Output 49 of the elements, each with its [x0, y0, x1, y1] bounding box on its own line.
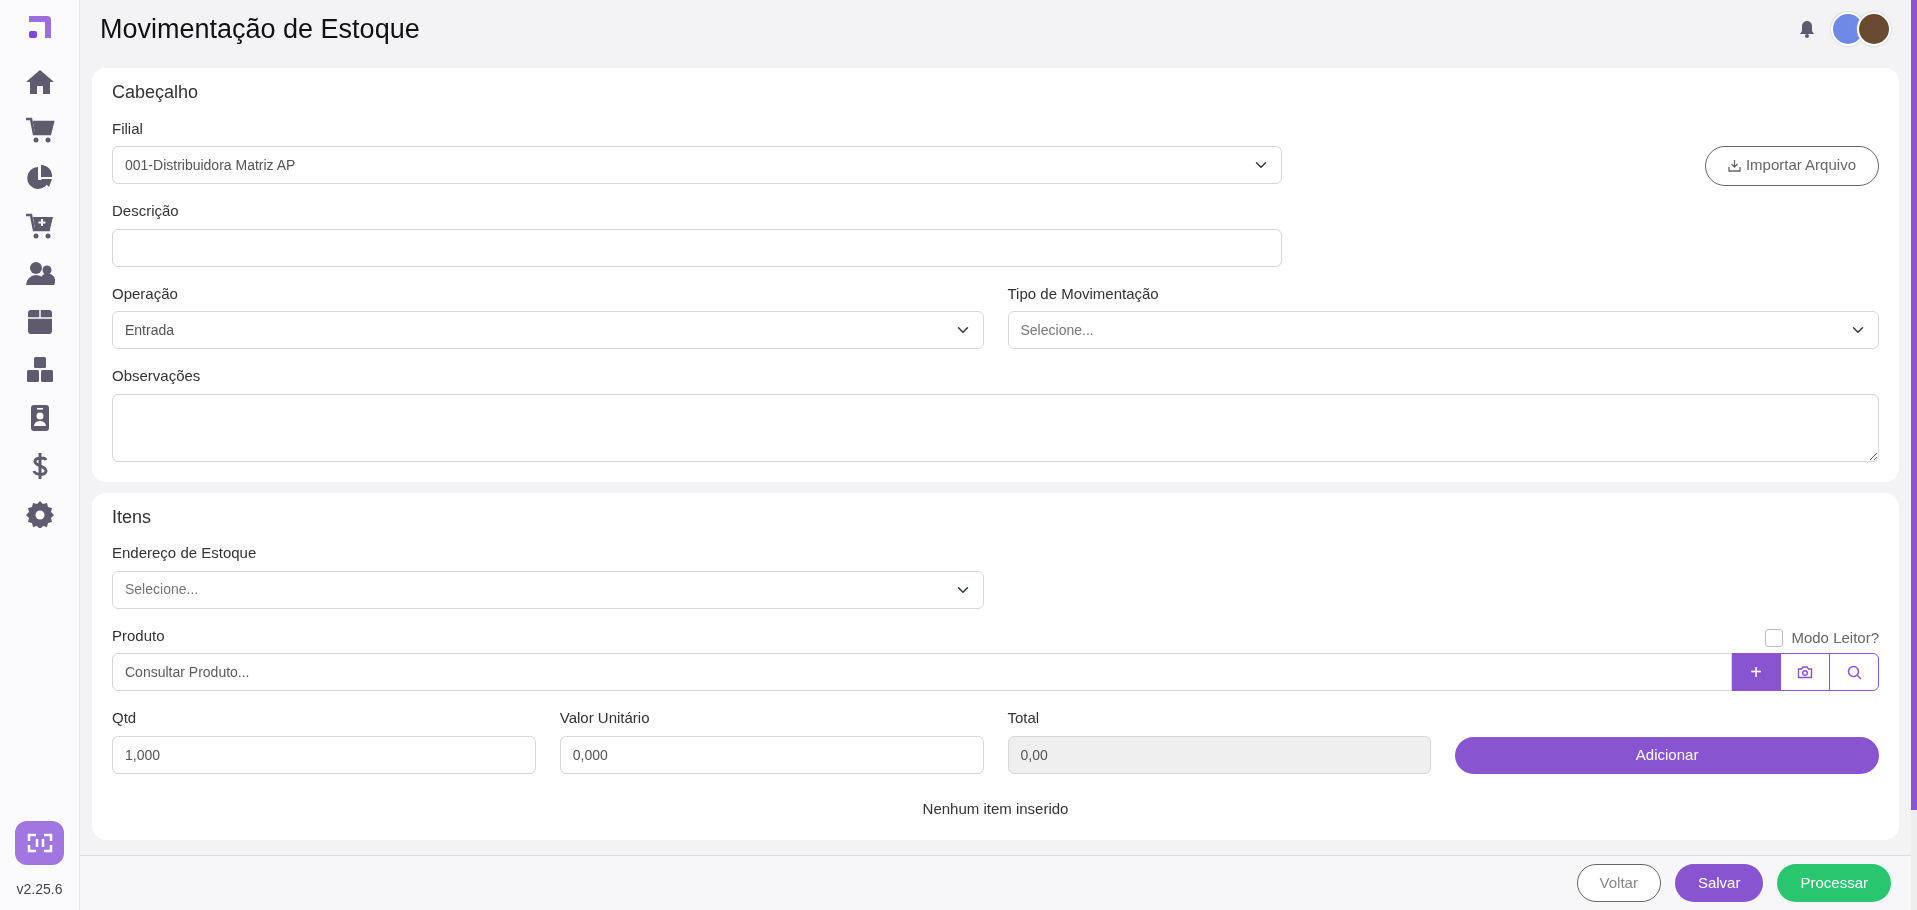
unit-price-field[interactable]: 0,000 — [559, 735, 984, 774]
bell-icon[interactable] — [1799, 20, 1815, 38]
search-icon — [1846, 664, 1862, 680]
checkbox-label: Modo Leitor? — [1791, 627, 1879, 648]
movement-type-select[interactable]: Selecione... — [1007, 311, 1879, 350]
pie-chart-icon[interactable] — [24, 164, 55, 192]
field-label: Operação — [112, 283, 178, 304]
cart-icon[interactable] — [24, 116, 55, 144]
section-title: Itens — [112, 506, 153, 529]
download-icon — [1727, 159, 1741, 173]
reader-mode-checkbox[interactable] — [1765, 628, 1784, 647]
description-field[interactable] — [112, 228, 1282, 267]
field-label: Observações — [112, 366, 201, 387]
page-title: Movimentação de Estoque — [100, 12, 420, 46]
field-label: Produto — [112, 625, 165, 646]
cart-plus-icon[interactable] — [24, 212, 55, 240]
quantity-field[interactable]: 1,000 — [112, 735, 536, 774]
settings-icon[interactable] — [24, 500, 55, 528]
home-icon[interactable] — [24, 68, 55, 96]
field-label: Endereço de Estoque — [112, 543, 257, 564]
add-product-button[interactable]: + — [1731, 653, 1781, 692]
empty-message: Nenhum item inserido — [921, 798, 1070, 819]
section-title: Cabeçalho — [112, 82, 200, 104]
product-search-field[interactable]: Consultar Produto... — [112, 653, 1732, 692]
field-label: Qtd — [112, 708, 137, 729]
boxes-icon[interactable] — [24, 356, 55, 384]
notes-field[interactable] — [112, 393, 1879, 462]
stock-address-select[interactable]: Selecione... — [112, 570, 984, 609]
version-label: v2.25.6 — [16, 880, 63, 899]
field-label: Tipo de Movimentação — [1007, 283, 1159, 304]
scrollbar-thumb[interactable] — [1911, 0, 1917, 810]
search-button[interactable] — [1829, 653, 1879, 692]
camera-button[interactable] — [1780, 653, 1830, 692]
field-label: Total — [1007, 708, 1040, 729]
field-label: Descrição — [112, 201, 179, 222]
operation-select[interactable]: Entrada — [112, 311, 984, 350]
field-label: Valor Unitário — [559, 708, 650, 729]
footer-button[interactable]: Salvar — [1674, 864, 1764, 902]
scan-button[interactable] — [15, 821, 64, 865]
add-button[interactable]: Adicionar — [1455, 736, 1879, 774]
import-file-button[interactable]: Importar Arquivo — [1704, 145, 1879, 186]
scan-icon — [26, 832, 53, 854]
field-label: Filial — [112, 118, 143, 139]
logo-icon[interactable] — [26, 14, 53, 40]
camera-icon — [1797, 665, 1813, 680]
users-icon[interactable] — [24, 260, 55, 288]
branch-select[interactable]: 001-Distribuidora Matriz AP — [112, 146, 1282, 185]
user-avatar[interactable] — [1857, 12, 1891, 46]
footer-button[interactable]: Voltar — [1576, 864, 1661, 902]
